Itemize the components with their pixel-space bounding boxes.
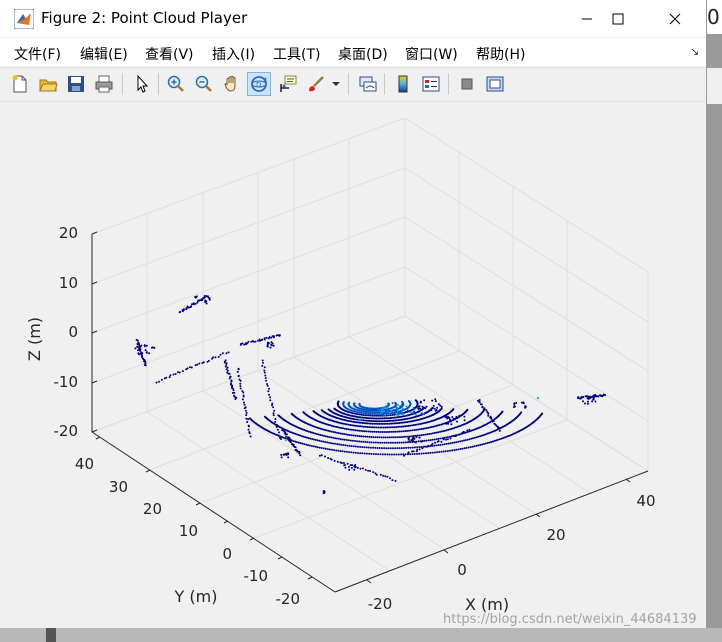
link-plot-icon xyxy=(359,76,377,92)
rotate-3d-button[interactable]: D xyxy=(247,72,271,96)
background-window-edge xyxy=(0,628,722,642)
toolbar: D xyxy=(0,67,706,102)
save-icon xyxy=(68,76,84,92)
z-tick-label: -10 xyxy=(54,373,79,391)
close-button[interactable] xyxy=(652,0,698,37)
link-plot-button[interactable] xyxy=(356,72,380,96)
colorbar-icon xyxy=(398,75,408,93)
maximize-icon xyxy=(612,13,624,24)
menu-insert[interactable]: 插入(I) xyxy=(212,44,255,64)
y-tick-label: -20 xyxy=(276,590,301,608)
watermark: https://blog.csdn.net/weixin_44684139 xyxy=(443,612,697,627)
open-folder-icon xyxy=(39,79,58,92)
menu-view[interactable]: 查看(V) xyxy=(145,44,194,64)
pointer-icon xyxy=(137,74,149,93)
data-cursor-button[interactable] xyxy=(276,72,300,96)
open-button[interactable] xyxy=(36,72,60,96)
z-tick-label: -20 xyxy=(54,422,79,440)
new-figure-icon xyxy=(12,75,27,93)
legend-icon xyxy=(422,76,440,92)
menu-tools[interactable]: 工具(T) xyxy=(273,44,320,64)
title-bar[interactable]: Figure 2: Point Cloud Player xyxy=(0,0,706,37)
new-figure-button[interactable] xyxy=(8,72,32,96)
menu-bar: 文件(F) 编辑(E) 查看(V) 插入(I) 工具(T) 桌面(D) 窗口(W… xyxy=(0,38,706,66)
brush-icon xyxy=(309,76,324,92)
axes-grid xyxy=(91,117,649,593)
brush-dropdown-icon xyxy=(332,82,340,86)
window-title: Figure 2: Point Cloud Player xyxy=(41,9,248,27)
background-window: 0 xyxy=(707,0,722,642)
z-tick-labels: 20 10 0 -10 -20 xyxy=(54,224,79,440)
show-plot-tools-button[interactable] xyxy=(483,72,507,96)
zoom-in-icon xyxy=(167,75,184,92)
x-tick-label: 0 xyxy=(457,561,467,579)
y-tick-label: 40 xyxy=(75,455,94,473)
maximize-button[interactable] xyxy=(594,0,642,37)
legend-button[interactable] xyxy=(419,72,443,96)
y-tick-label: 10 xyxy=(179,522,198,540)
y-tick-label: 0 xyxy=(222,545,232,563)
y-tick-label: 30 xyxy=(109,478,128,496)
y-axis-label: Y (m) xyxy=(174,587,218,606)
colorbar-button[interactable] xyxy=(391,72,415,96)
zoom-out-icon xyxy=(195,75,212,92)
background-window-text: 0 xyxy=(707,0,722,34)
point-cloud xyxy=(134,295,607,495)
svg-text:D: D xyxy=(256,81,261,89)
point-cloud-axes[interactable]: 20 10 0 -10 -20 -20 -10 0 10 20 30 40 -2… xyxy=(0,101,706,628)
y-tick-label: 20 xyxy=(143,500,162,518)
dock-arrow-icon[interactable]: ↘ xyxy=(690,45,699,58)
menu-help[interactable]: 帮助(H) xyxy=(476,44,525,64)
pan-button[interactable] xyxy=(220,72,244,96)
y-tick-label: -10 xyxy=(244,567,269,585)
menu-window[interactable]: 窗口(W) xyxy=(405,44,458,64)
menu-edit[interactable]: 编辑(E) xyxy=(80,44,128,64)
z-tick-label: 10 xyxy=(59,274,78,292)
z-tick-label: 0 xyxy=(68,323,78,341)
x-tick-label: -20 xyxy=(368,595,393,613)
save-button[interactable] xyxy=(64,72,88,96)
minimize-icon xyxy=(582,18,592,19)
menu-desktop[interactable]: 桌面(D) xyxy=(338,44,388,64)
menu-file[interactable]: 文件(F) xyxy=(14,44,61,64)
hide-plot-tools-icon xyxy=(461,78,473,90)
print-icon xyxy=(95,75,113,93)
rotate-3d-icon: D xyxy=(251,76,267,92)
x-tick-label: 40 xyxy=(636,492,655,510)
data-cursor-icon xyxy=(280,75,297,92)
zoom-in-button[interactable] xyxy=(164,72,188,96)
brush-button[interactable] xyxy=(304,72,328,96)
x-tick-label: 20 xyxy=(546,526,565,544)
show-plot-tools-icon xyxy=(486,76,504,92)
matlab-icon xyxy=(14,9,34,29)
brush-dropdown[interactable] xyxy=(330,72,342,96)
z-tick-label: 20 xyxy=(59,224,78,242)
close-icon xyxy=(669,13,681,24)
zoom-out-button[interactable] xyxy=(192,72,216,96)
x-tick-labels: -20 0 20 40 xyxy=(368,492,656,613)
hide-plot-tools-button[interactable] xyxy=(455,72,479,96)
pointer-button[interactable] xyxy=(130,72,154,96)
z-axis-label: Z (m) xyxy=(25,317,44,361)
pan-hand-icon xyxy=(224,75,236,92)
figure-window: Figure 2: Point Cloud Player 文件(F) 编辑(E)… xyxy=(0,0,707,628)
print-button[interactable] xyxy=(92,72,116,96)
